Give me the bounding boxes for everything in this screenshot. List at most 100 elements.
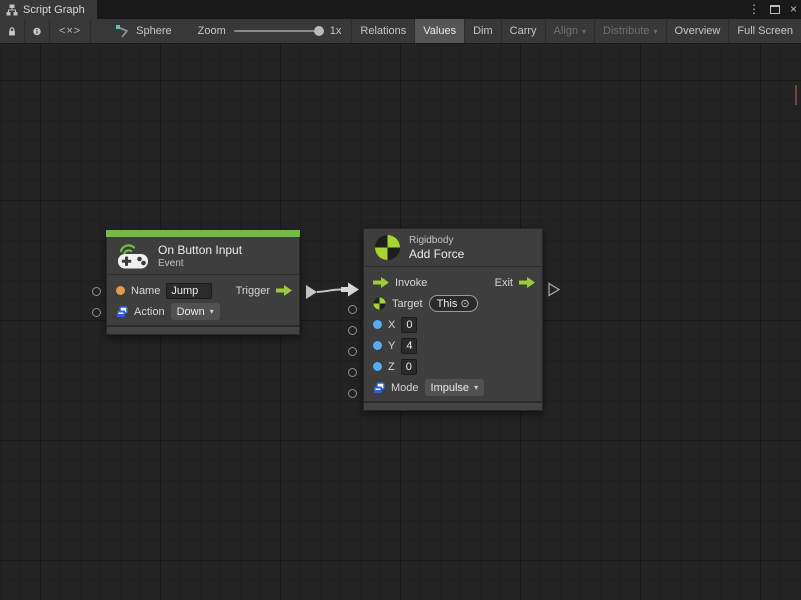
name-input[interactable]: Jump	[166, 283, 212, 299]
action-value: Down	[177, 306, 205, 318]
zoom-label: Zoom	[198, 25, 226, 37]
y-label: Y	[388, 340, 395, 352]
connection-start-arrow-icon	[306, 285, 317, 299]
name-label: Name	[131, 285, 160, 297]
action-dropdown[interactable]: Down ▾	[171, 303, 220, 320]
dim-button[interactable]: Dim	[465, 19, 502, 43]
node-footer	[364, 401, 542, 410]
dim-label: Dim	[473, 25, 493, 37]
y-port-row: Y 4	[364, 335, 542, 356]
mode-dropdown[interactable]: Impulse ▾	[425, 379, 485, 396]
align-button[interactable]: Align ▾	[546, 19, 595, 43]
chevron-down-icon: ▾	[582, 27, 586, 36]
edit-graph-button[interactable]: <×>	[50, 19, 91, 43]
values-label: Values	[423, 25, 456, 37]
target-port-row: Target This ⊙	[364, 293, 542, 314]
enum-port-icon[interactable]	[116, 306, 128, 318]
lock-icon	[8, 25, 16, 38]
code-icon: <×>	[59, 25, 81, 37]
rigidbody-port-icon[interactable]	[373, 297, 386, 310]
node-title: On Button Input	[158, 243, 242, 257]
x-port-row: X 0	[364, 314, 542, 335]
script-graph-window: Script Graph ⋮ × <×>	[0, 0, 801, 600]
mode-port-row: Mode Impulse ▾	[364, 377, 542, 398]
node-footer	[107, 325, 299, 334]
float-port-icon[interactable]	[373, 320, 382, 329]
float-port-icon[interactable]	[373, 362, 382, 371]
invoke-label: Invoke	[395, 277, 427, 289]
target-label: Target	[392, 298, 423, 310]
graph-canvas[interactable]: On Button Input Event Name Jump Trigger	[0, 44, 801, 600]
exit-relation-arrow-icon	[549, 284, 559, 296]
mode-port-connector[interactable]	[348, 389, 357, 398]
chevron-down-icon: ▾	[210, 307, 214, 316]
action-label: Action	[134, 306, 165, 318]
tab-script-graph[interactable]: Script Graph	[0, 0, 97, 19]
zoom-control: Zoom 1x	[180, 19, 353, 43]
invoke-flow-port-icon[interactable]	[373, 277, 389, 288]
object-picker-icon[interactable]: ⊙	[460, 297, 469, 310]
target-port-connector[interactable]	[348, 305, 357, 314]
carry-label: Carry	[510, 25, 537, 37]
info-button[interactable]	[25, 19, 50, 43]
overview-button[interactable]: Overview	[667, 19, 730, 43]
distribute-label: Distribute	[603, 25, 649, 37]
lock-button[interactable]	[0, 19, 25, 43]
string-port-icon[interactable]	[116, 286, 125, 295]
x-label: X	[388, 319, 395, 331]
trigger-flow-port-icon[interactable]	[276, 285, 292, 296]
name-port-row: Name Jump Trigger	[107, 280, 299, 301]
event-node-header: On Button Input Event	[107, 237, 299, 275]
name-port-connector[interactable]	[92, 287, 101, 296]
y-port-connector[interactable]	[348, 347, 357, 356]
fullscreen-button[interactable]: Full Screen	[729, 19, 801, 43]
target-object-field[interactable]: This ⊙	[429, 295, 478, 312]
z-port-connector[interactable]	[348, 368, 357, 377]
float-port-icon[interactable]	[373, 341, 382, 350]
z-label: Z	[388, 361, 395, 373]
graph-icon	[6, 4, 18, 16]
rigidbody-icon	[374, 234, 401, 261]
z-input[interactable]: 0	[401, 359, 417, 375]
force-node-body: Invoke Exit Target This	[364, 267, 542, 401]
window-controls: ⋮ ×	[748, 0, 797, 19]
relations-button[interactable]: Relations	[352, 19, 415, 43]
x-port-connector[interactable]	[348, 326, 357, 335]
zoom-slider-handle[interactable]	[314, 26, 324, 36]
tab-bar: Script Graph ⋮ ×	[0, 0, 801, 19]
right-edge-marker	[795, 85, 797, 105]
mode-label: Mode	[391, 382, 419, 394]
graph-context: Sphere	[91, 19, 179, 43]
relations-label: Relations	[360, 25, 406, 37]
tab-title: Script Graph	[23, 4, 85, 16]
node-title: Add Force	[409, 247, 464, 261]
node-subtitle: Event	[158, 258, 242, 269]
on-button-input-node[interactable]: On Button Input Event Name Jump Trigger	[106, 230, 300, 335]
info-icon	[33, 25, 41, 38]
gamepad-icon	[117, 242, 150, 269]
distribute-button[interactable]: Distribute ▾	[595, 19, 666, 43]
connection-wire	[317, 290, 341, 293]
fullscreen-label: Full Screen	[737, 25, 793, 37]
add-force-node[interactable]: Rigidbody Add Force Invoke Exit	[363, 228, 543, 411]
zoom-value: 1x	[330, 25, 342, 37]
exit-label: Exit	[495, 277, 513, 289]
exit-flow-port-icon[interactable]	[519, 277, 535, 288]
carry-button[interactable]: Carry	[502, 19, 546, 43]
event-accent-bar	[106, 230, 300, 237]
y-input[interactable]: 4	[401, 338, 417, 354]
menu-icon[interactable]: ⋮	[748, 0, 760, 19]
node-category: Rigidbody	[409, 235, 464, 246]
close-icon[interactable]: ×	[790, 0, 797, 19]
zoom-slider[interactable]	[234, 30, 322, 32]
mode-value: Impulse	[431, 382, 470, 394]
graph-pointer-icon	[115, 24, 130, 39]
graph-context-label[interactable]: Sphere	[136, 25, 171, 37]
action-port-row: Action Down ▾	[107, 301, 299, 322]
enum-port-icon[interactable]	[373, 382, 385, 394]
x-input[interactable]: 0	[401, 317, 417, 333]
event-node-body: Name Jump Trigger Action	[107, 275, 299, 325]
maximize-icon[interactable]	[770, 5, 780, 14]
values-button[interactable]: Values	[415, 19, 465, 43]
action-port-connector[interactable]	[92, 308, 101, 317]
